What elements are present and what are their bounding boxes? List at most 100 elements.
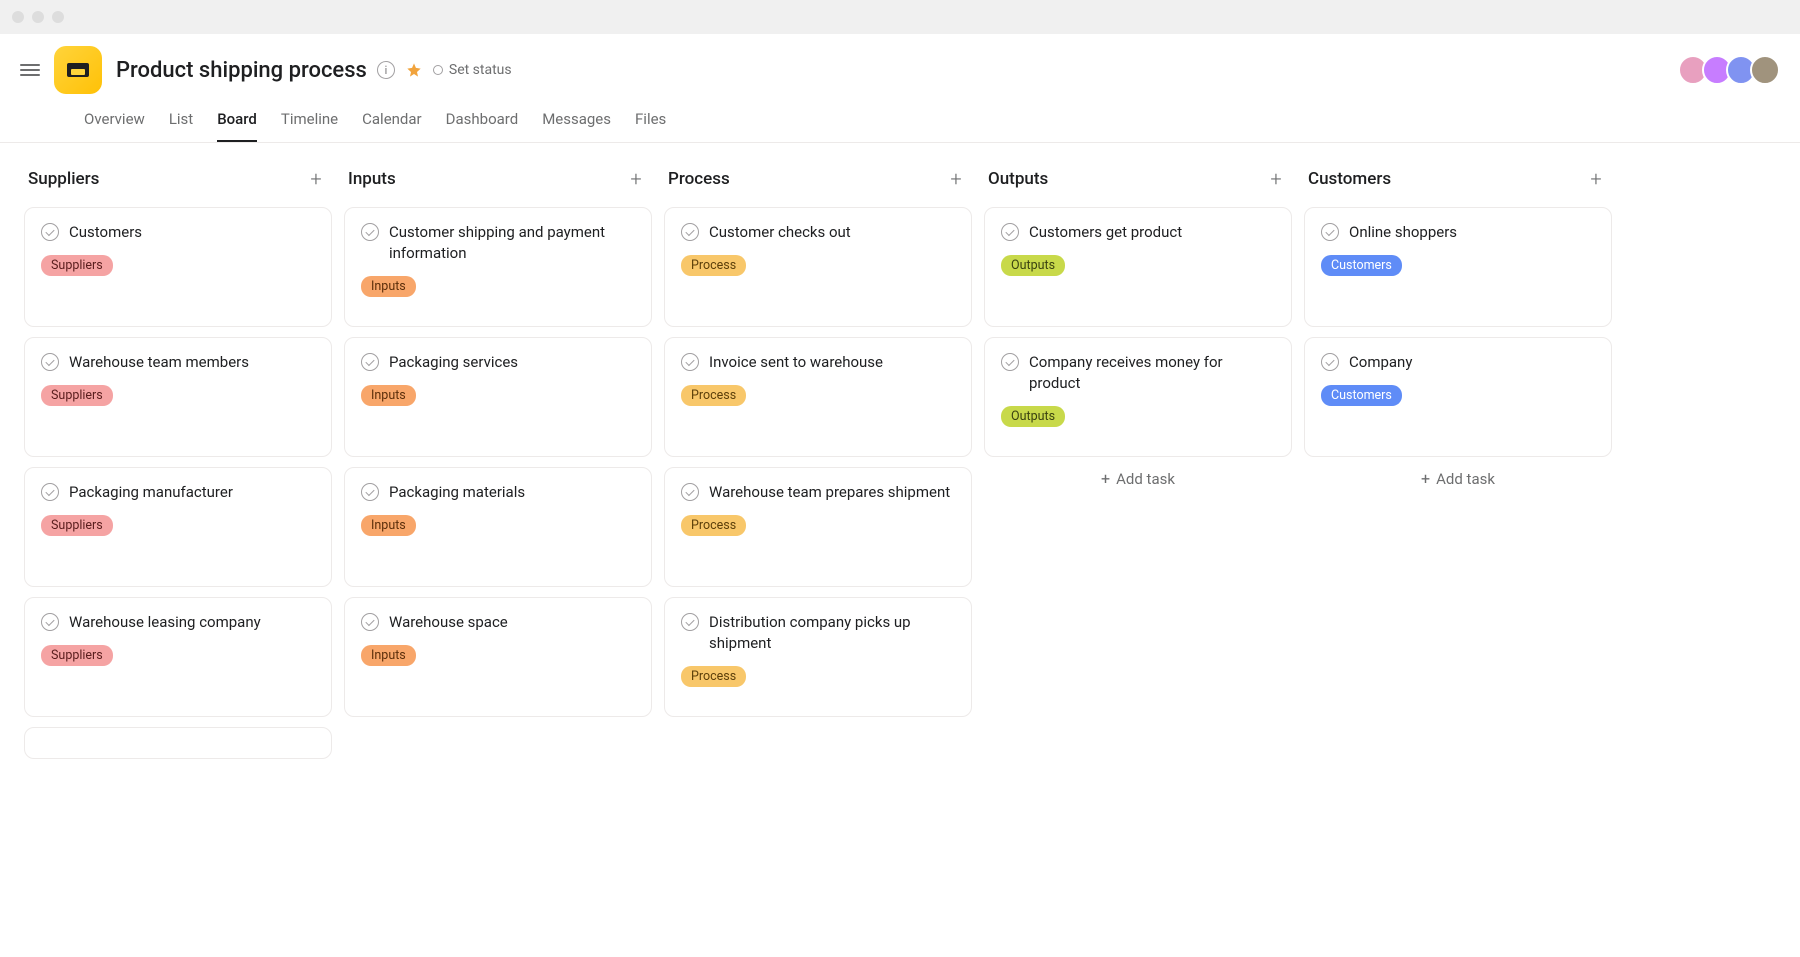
card-list: CustomersSuppliersWarehouse team members… xyxy=(24,207,332,759)
task-tag[interactable]: Suppliers xyxy=(41,255,113,276)
task-card[interactable]: Distribution company picks up shipment Pr… xyxy=(664,597,972,717)
tab-dashboard[interactable]: Dashboard xyxy=(446,102,519,142)
avatar[interactable] xyxy=(1750,55,1780,85)
task-title: Distribution company picks up shipment xyxy=(709,612,955,654)
header: Product shipping process i Set status xyxy=(0,34,1800,94)
member-avatars[interactable] xyxy=(1684,55,1780,85)
task-tag[interactable]: Outputs xyxy=(1001,406,1065,427)
complete-task-icon[interactable] xyxy=(1001,223,1019,241)
tab-timeline[interactable]: Timeline xyxy=(281,102,338,142)
complete-task-icon[interactable] xyxy=(361,353,379,371)
window-close-icon[interactable] xyxy=(12,11,24,23)
task-tag[interactable]: Suppliers xyxy=(41,645,113,666)
tab-list[interactable]: List xyxy=(169,102,193,142)
task-tag[interactable]: Inputs xyxy=(361,385,416,406)
add-task-button[interactable]: +Add task xyxy=(1304,457,1612,500)
star-icon[interactable] xyxy=(405,61,423,79)
column-suppliers: Suppliers+CustomersSuppliersWarehouse te… xyxy=(24,167,332,759)
task-tag[interactable]: Process xyxy=(681,385,746,406)
task-title: Customer checks out xyxy=(709,222,851,243)
add-card-icon[interactable]: + xyxy=(304,167,328,191)
board-scroll[interactable]: Suppliers+CustomersSuppliersWarehouse te… xyxy=(0,143,1800,957)
complete-task-icon[interactable] xyxy=(41,483,59,501)
task-tag[interactable]: Customers xyxy=(1321,385,1402,406)
column-title: Customers xyxy=(1308,169,1391,189)
task-title: Invoice sent to warehouse xyxy=(709,352,883,373)
task-card[interactable]: Customers get productOutputs xyxy=(984,207,1292,327)
window-maximize-icon[interactable] xyxy=(52,11,64,23)
complete-task-icon[interactable] xyxy=(1001,353,1019,371)
task-card[interactable] xyxy=(24,727,332,759)
task-tag[interactable]: Inputs xyxy=(361,645,416,666)
board: Suppliers+CustomersSuppliersWarehouse te… xyxy=(24,167,1800,759)
task-card[interactable]: CompanyCustomers xyxy=(1304,337,1612,457)
complete-task-icon[interactable] xyxy=(361,483,379,501)
complete-task-icon[interactable] xyxy=(361,613,379,631)
add-card-icon[interactable]: + xyxy=(1264,167,1288,191)
tab-overview[interactable]: Overview xyxy=(84,102,145,142)
column-title: Suppliers xyxy=(28,169,99,189)
add-task-button[interactable]: +Add task xyxy=(984,457,1292,500)
task-tag[interactable]: Process xyxy=(681,666,746,687)
add-card-icon[interactable]: + xyxy=(1584,167,1608,191)
complete-task-icon[interactable] xyxy=(41,613,59,631)
complete-task-icon[interactable] xyxy=(681,223,699,241)
column-header: Process+ xyxy=(664,167,972,207)
task-tag[interactable]: Inputs xyxy=(361,515,416,536)
complete-task-icon[interactable] xyxy=(41,353,59,371)
tab-board[interactable]: Board xyxy=(217,102,257,142)
complete-task-icon[interactable] xyxy=(361,223,379,241)
set-status-label: Set status xyxy=(449,62,512,78)
task-card[interactable]: Packaging manufacturerSuppliers xyxy=(24,467,332,587)
tab-files[interactable]: Files xyxy=(635,102,666,142)
info-icon[interactable]: i xyxy=(377,61,395,79)
complete-task-icon[interactable] xyxy=(681,483,699,501)
task-tag[interactable]: Inputs xyxy=(361,276,416,297)
add-card-icon[interactable]: + xyxy=(624,167,648,191)
complete-task-icon[interactable] xyxy=(41,223,59,241)
card-list: Customer shipping and payment informatio… xyxy=(344,207,652,717)
tab-messages[interactable]: Messages xyxy=(542,102,611,142)
column-header: Customers + xyxy=(1304,167,1612,207)
tab-calendar[interactable]: Calendar xyxy=(362,102,422,142)
task-tag[interactable]: Customers xyxy=(1321,255,1402,276)
task-tag[interactable]: Suppliers xyxy=(41,515,113,536)
complete-task-icon[interactable] xyxy=(681,613,699,631)
complete-task-icon[interactable] xyxy=(1321,223,1339,241)
task-title: Customers xyxy=(69,222,142,243)
task-title: Online shoppers xyxy=(1349,222,1457,243)
complete-task-icon[interactable] xyxy=(1321,353,1339,371)
task-card[interactable]: Warehouse spaceInputs xyxy=(344,597,652,717)
task-title: Packaging services xyxy=(389,352,518,373)
task-tag[interactable]: Process xyxy=(681,255,746,276)
card-list: Customer checks outProcessInvoice sent t… xyxy=(664,207,972,717)
tabs: Overview List Board Timeline Calendar Dashboa… xyxy=(0,94,1800,143)
add-card-icon[interactable]: + xyxy=(944,167,968,191)
task-card[interactable]: Customers Suppliers xyxy=(24,207,332,327)
window-minimize-icon[interactable] xyxy=(32,11,44,23)
project-title: Product shipping process xyxy=(116,58,367,83)
task-card[interactable]: Customer shipping and payment informatio… xyxy=(344,207,652,327)
menu-icon[interactable] xyxy=(20,60,40,80)
column-customers: Customers+Online shoppersCustomersCompan… xyxy=(1304,167,1612,759)
task-tag[interactable]: Outputs xyxy=(1001,255,1065,276)
column-title: Outputs xyxy=(988,169,1048,189)
task-title: Company receives money for product xyxy=(1029,352,1275,394)
task-tag[interactable]: Suppliers xyxy=(41,385,113,406)
task-card[interactable]: Packaging services Inputs xyxy=(344,337,652,457)
set-status-button[interactable]: Set status xyxy=(433,62,512,78)
complete-task-icon[interactable] xyxy=(681,353,699,371)
task-card[interactable]: Online shoppers Customers xyxy=(1304,207,1612,327)
column-process: Process+Customer checks outProcessInvoic… xyxy=(664,167,972,759)
task-card[interactable]: Packaging materialsInputs xyxy=(344,467,652,587)
column-header: Outputs + xyxy=(984,167,1292,207)
task-card[interactable]: Warehouse team membersSuppliers xyxy=(24,337,332,457)
task-tag[interactable]: Process xyxy=(681,515,746,536)
task-card[interactable]: Company receives money for product Output… xyxy=(984,337,1292,457)
task-card[interactable]: Customer checks out Process xyxy=(664,207,972,327)
plus-icon: + xyxy=(1101,469,1110,488)
task-card[interactable]: Warehouse team prepares shipmentProcess xyxy=(664,467,972,587)
task-card[interactable]: Invoice sent to warehouse Process xyxy=(664,337,972,457)
column-inputs: Inputs + Customer shipping and payment inf… xyxy=(344,167,652,759)
task-card[interactable]: Warehouse leasing companySuppliers xyxy=(24,597,332,717)
